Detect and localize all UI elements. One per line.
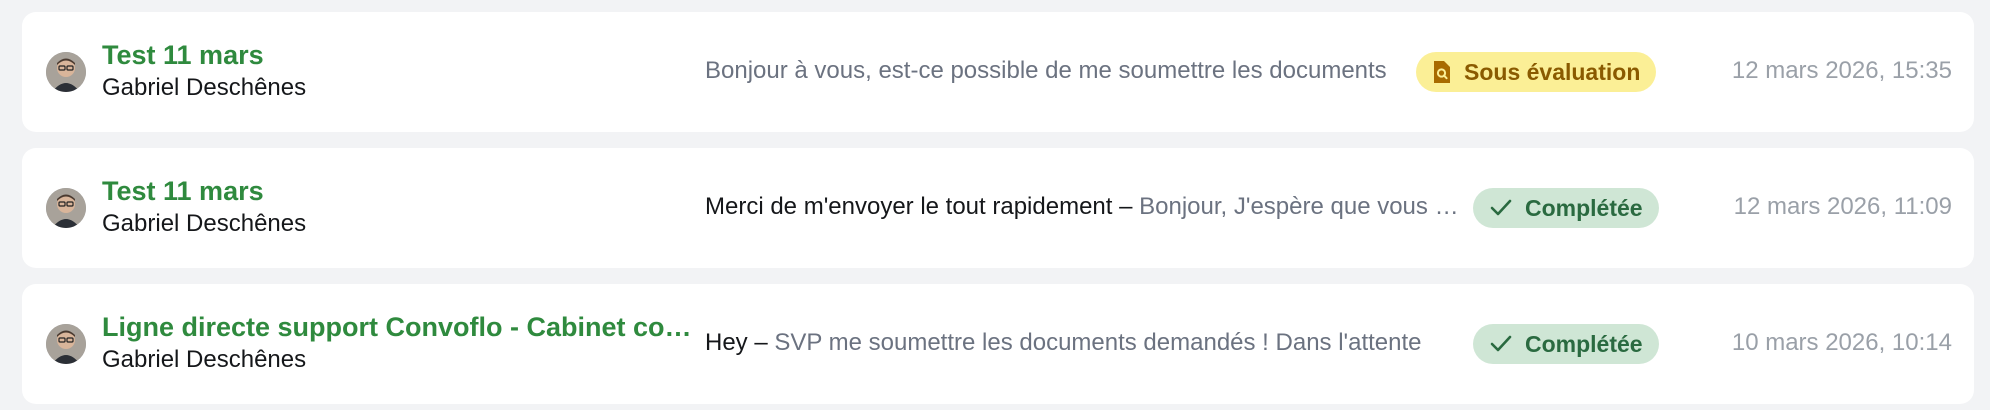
avatar [46,188,86,228]
status-label: Complétée [1525,194,1643,221]
status-badge: Complétée [1473,188,1659,228]
conversation-date: 10 mars 2026, 10:14 [1731,329,1952,356]
conversation-title[interactable]: Ligne directe support Convoflo - Cabinet… [102,310,692,344]
status-badge: Sous évaluation [1416,52,1657,92]
status-badge: Complétée [1473,324,1659,364]
conversation-heading: Test 11 mars Gabriel Deschênes [102,38,692,104]
avatar [46,324,86,364]
message-preview: Hey – SVP me soumettre les documents dem… [705,326,1460,360]
conversation-heading: Ligne directe support Convoflo - Cabinet… [102,310,692,376]
message-preview: Merci de m'envoyer le tout rapidement – … [705,190,1470,224]
status-label: Sous évaluation [1464,58,1641,85]
conversation-title[interactable]: Test 11 mars [102,174,692,208]
conversation-author: Gabriel Deschênes [102,74,307,101]
message-subject: Merci de m'envoyer le tout rapidement – [705,193,1140,220]
message-snippet: SVP me soumettre les documents demandés … [774,329,1422,356]
check-icon [1489,198,1513,218]
message-preview: Bonjour à vous, est-ce possible de me so… [705,54,1413,88]
message-snippet: Bonjour, J'espère que vous allez bien [1139,193,1470,220]
conversation-list: Test 11 mars Gabriel Deschênes Bonjour à… [0,0,1990,410]
conversation-row[interactable]: Test 11 mars Gabriel Deschênes Merci de … [22,148,1974,268]
conversation-row[interactable]: Ligne directe support Convoflo - Cabinet… [22,284,1974,404]
document-search-icon [1432,60,1452,84]
check-icon [1489,334,1513,354]
conversation-date: 12 mars 2026, 11:09 [1733,193,1952,220]
message-subject: Hey – [705,329,775,356]
conversation-heading: Test 11 mars Gabriel Deschênes [102,174,692,240]
avatar [46,52,86,92]
status-label: Complétée [1525,330,1643,357]
conversation-author: Gabriel Deschênes [102,346,307,373]
conversation-author: Gabriel Deschênes [102,210,307,237]
conversation-row[interactable]: Test 11 mars Gabriel Deschênes Bonjour à… [22,12,1974,132]
message-snippet: Bonjour à vous, est-ce possible de me so… [705,57,1387,84]
conversation-title[interactable]: Test 11 mars [102,38,692,72]
conversation-date: 12 mars 2026, 15:35 [1731,57,1952,84]
